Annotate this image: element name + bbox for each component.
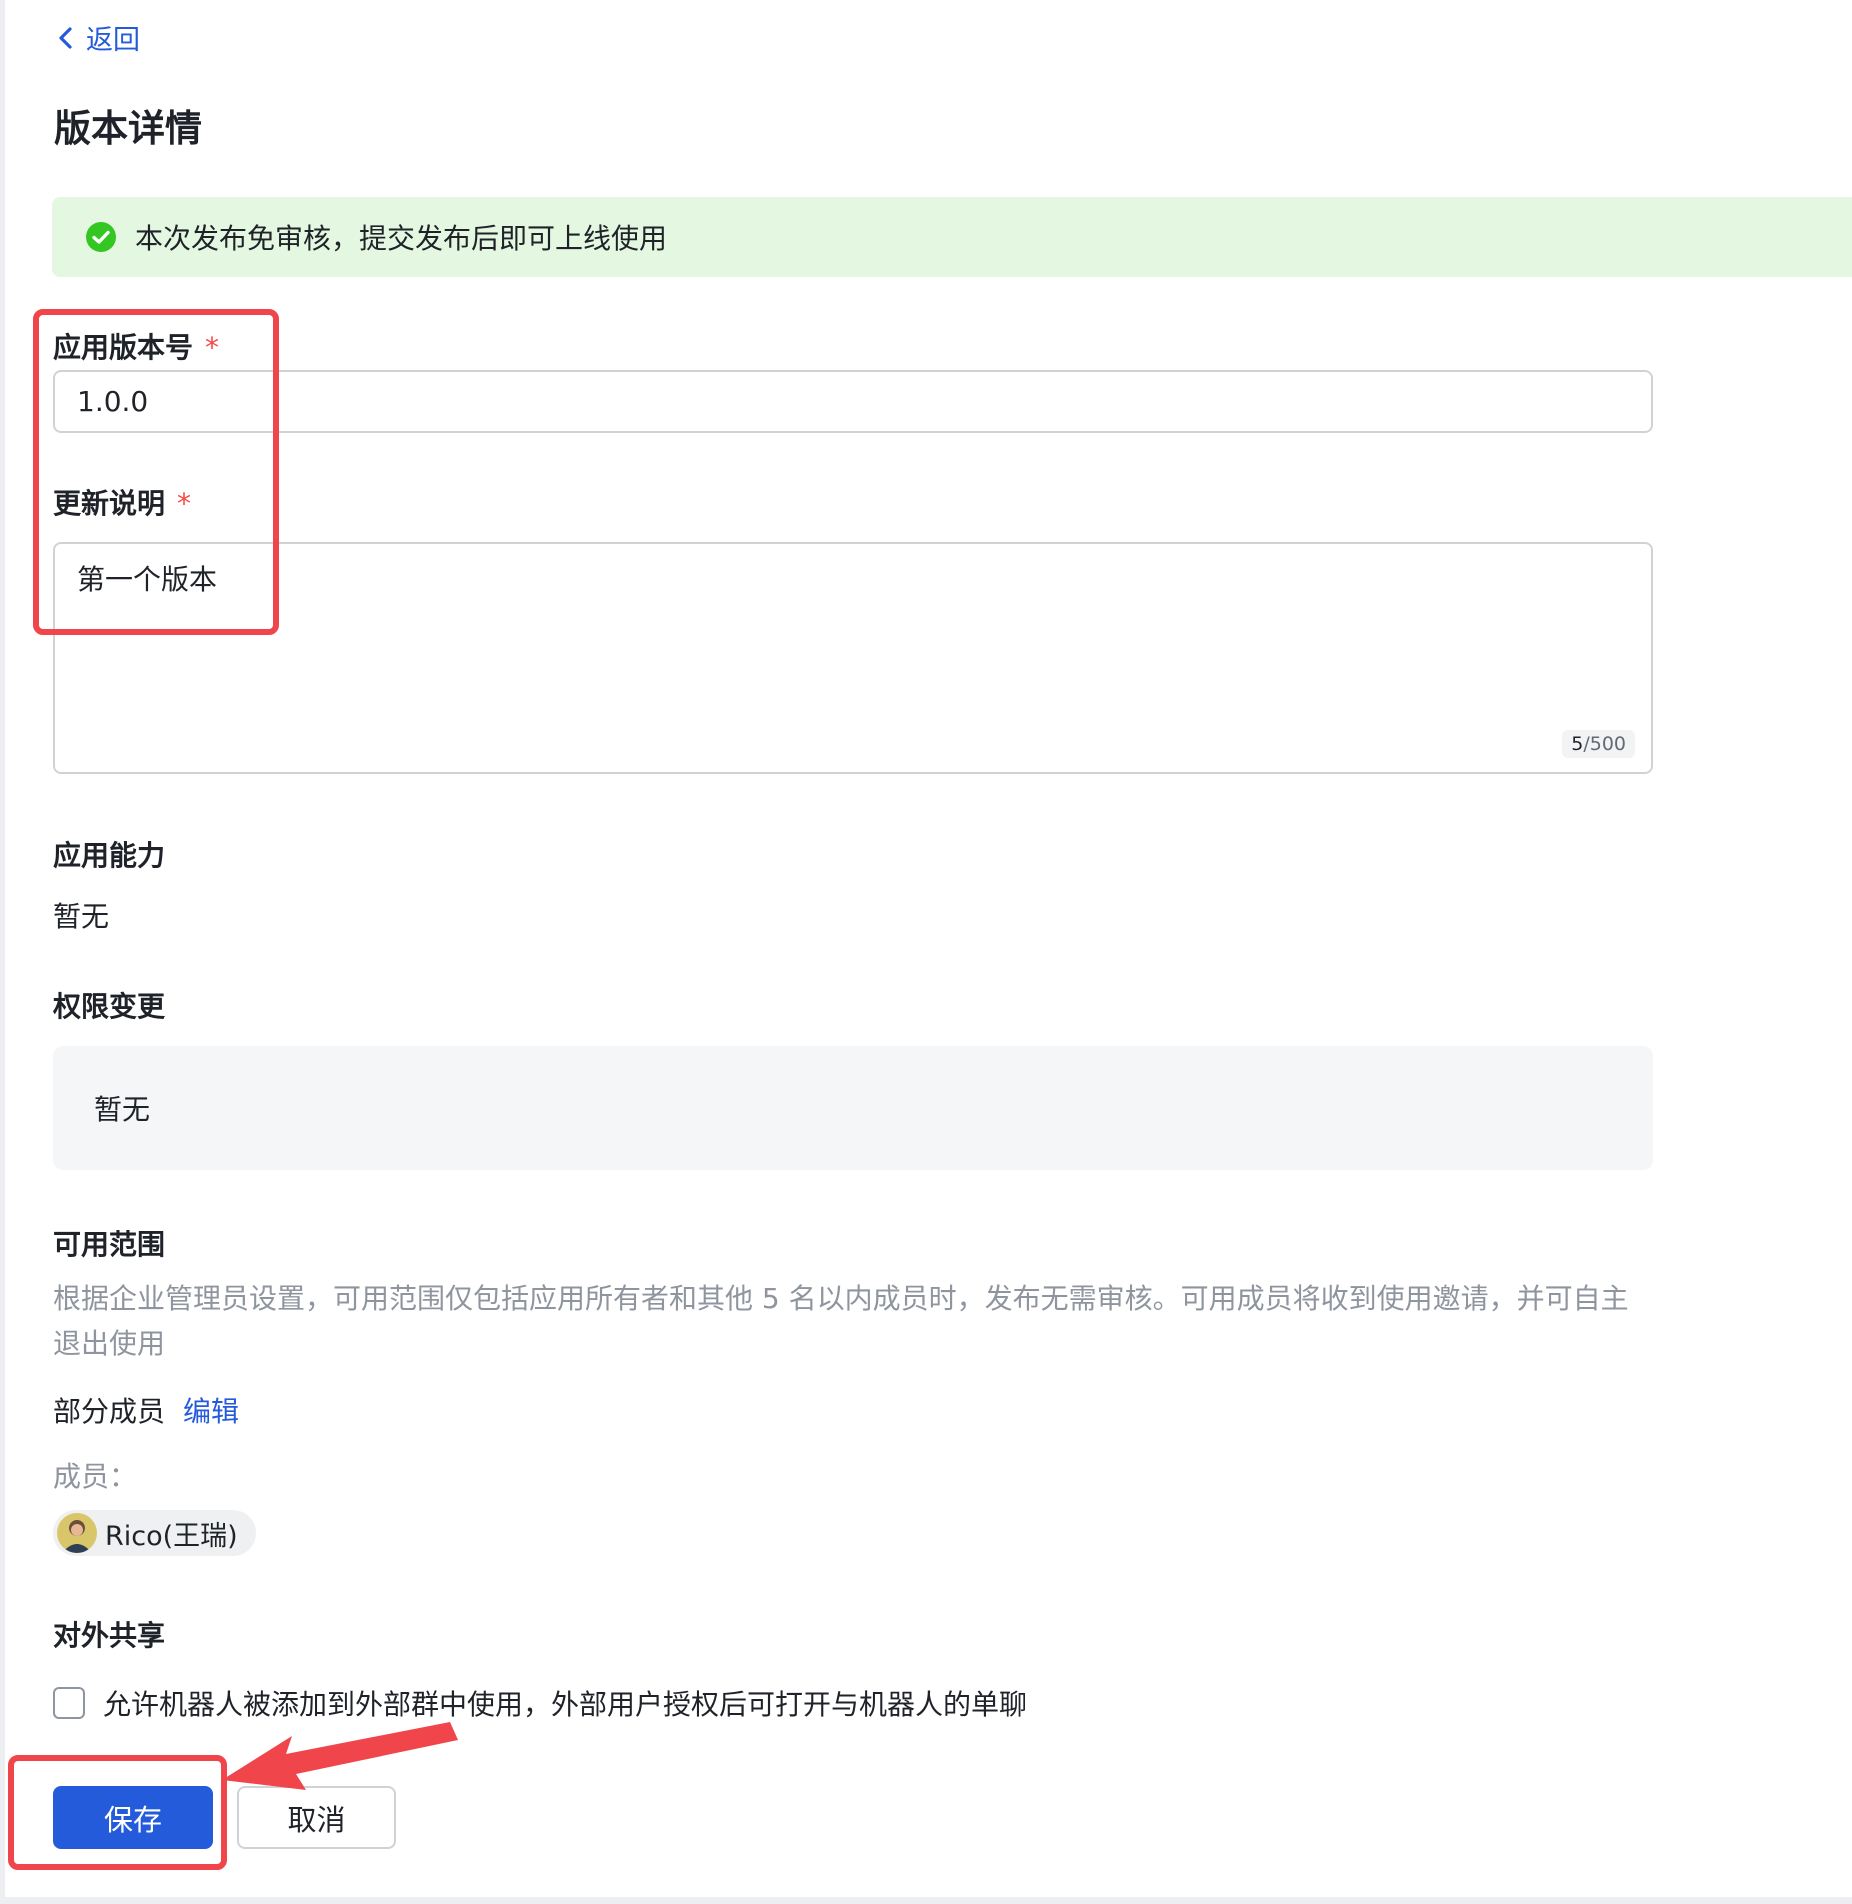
notes-textarea-value: 第一个版本: [77, 563, 218, 596]
page-title: 版本详情: [54, 107, 202, 150]
scope-description-line: 根据企业管理员设置，可用范围仅包括应用所有者和其他 5 名以内成员时，发布无需审…: [53, 1282, 1629, 1315]
char-count: 5: [1571, 733, 1584, 755]
member-chip[interactable]: Rico(王瑞): [53, 1510, 256, 1556]
window-bottom-border: [0, 1897, 1852, 1904]
notes-label: 更新说明 *: [53, 482, 191, 522]
permissions-title: 权限变更: [53, 990, 166, 1023]
version-label-text: 应用版本号: [53, 331, 194, 364]
capability-title: 应用能力: [53, 839, 166, 872]
edit-scope-link[interactable]: 编辑: [183, 1395, 239, 1428]
scope-mode: 部分成员: [53, 1395, 166, 1428]
scope-description-line: 退出使用: [53, 1327, 166, 1360]
scope-description: 根据企业管理员设置，可用范围仅包括应用所有者和其他 5 名以内成员时，发布无需审…: [53, 1276, 1629, 1366]
sharing-title: 对外共享: [53, 1619, 166, 1652]
version-input-value: 1.0.0: [77, 385, 149, 418]
external-sharing-label: 允许机器人被添加到外部群中使用，外部用户授权后可打开与机器人的单聊: [103, 1688, 1028, 1721]
sharing-option: 允许机器人被添加到外部群中使用，外部用户授权后可打开与机器人的单聊: [53, 1683, 1027, 1723]
notice-text: 本次发布免审核，提交发布后即可上线使用: [135, 222, 668, 255]
scope-title: 可用范围: [53, 1228, 166, 1261]
char-counter: 5/500: [1562, 730, 1635, 758]
members-label: 成员：: [53, 1460, 138, 1493]
success-notice: 本次发布免审核，提交发布后即可上线使用: [52, 197, 1852, 277]
check-circle-icon: [86, 222, 116, 252]
member-name: Rico(王瑞): [105, 1520, 238, 1552]
permissions-box: 暂无: [53, 1046, 1653, 1170]
scope-mode-row: 部分成员 编辑: [53, 1390, 239, 1430]
cancel-button[interactable]: 取消: [237, 1786, 396, 1849]
permissions-value: 暂无: [94, 1093, 151, 1126]
version-label: 应用版本号 *: [53, 326, 219, 366]
chevron-left-icon: [59, 26, 72, 49]
version-input[interactable]: 1.0.0: [53, 370, 1653, 433]
required-mark: *: [205, 331, 220, 364]
required-mark: *: [177, 487, 192, 520]
save-button[interactable]: 保存: [53, 1786, 213, 1849]
back-link-label: 返回: [86, 25, 140, 56]
notes-label-text: 更新说明: [53, 487, 166, 520]
window-left-border: [0, 0, 5, 1904]
notes-textarea[interactable]: 第一个版本 5/500: [53, 542, 1653, 774]
back-link[interactable]: 返回: [56, 18, 140, 57]
external-sharing-checkbox[interactable]: [53, 1687, 85, 1719]
capability-value: 暂无: [53, 900, 110, 933]
char-max: /500: [1583, 733, 1626, 755]
avatar: [57, 1513, 97, 1553]
